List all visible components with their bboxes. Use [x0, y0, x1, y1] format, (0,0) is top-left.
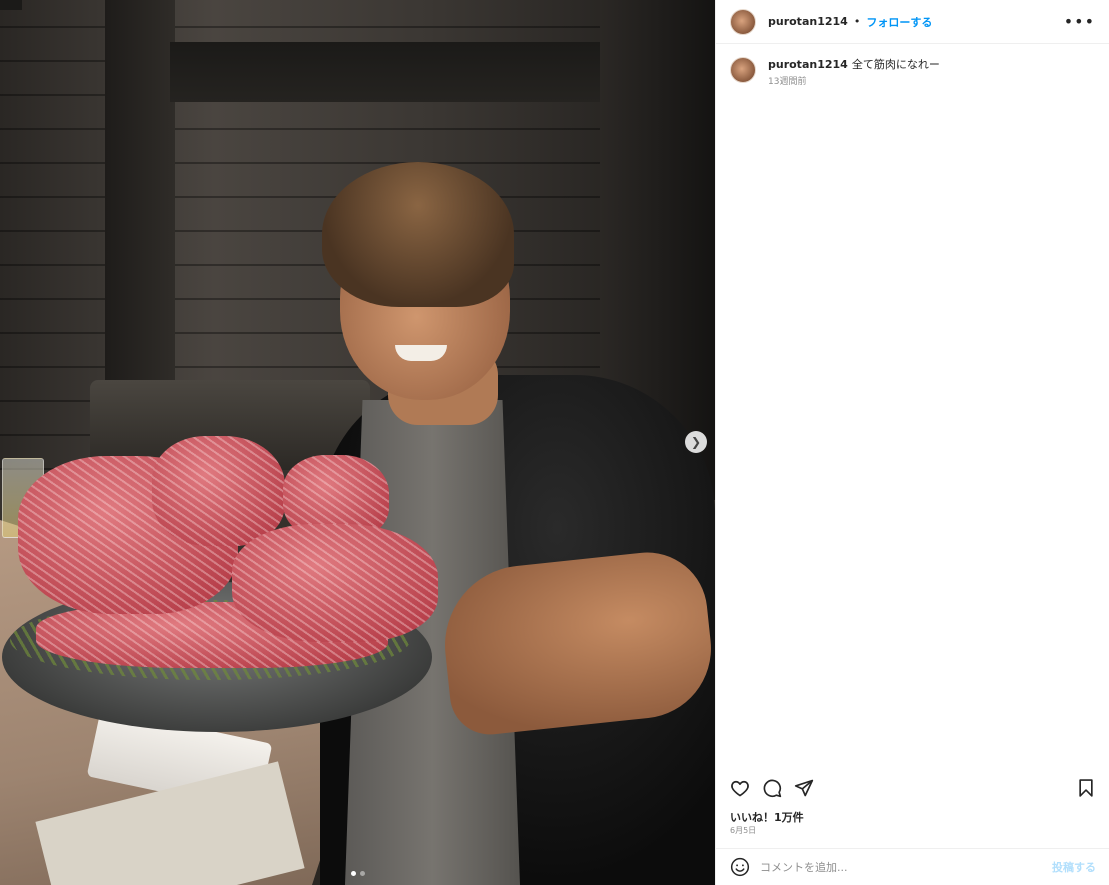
comment-input[interactable] — [760, 860, 1052, 874]
carousel-next-button[interactable]: ❯ — [685, 431, 707, 453]
caption: purotan1214 全て筋肉になれー 13週間前 — [716, 44, 1109, 87]
photo-person-smile — [395, 345, 447, 361]
action-bar — [716, 776, 1109, 800]
emoji-icon[interactable] — [730, 857, 750, 877]
post-date[interactable]: 6月5日 — [730, 825, 756, 836]
post-header: purotan1214 • フォローする ••• — [716, 0, 1109, 44]
caption-username[interactable]: purotan1214 — [768, 58, 848, 71]
caption-avatar[interactable] — [730, 57, 756, 83]
likes-count[interactable]: いいね！1万件 — [730, 809, 804, 825]
photo-meat-block — [232, 524, 438, 642]
header-username[interactable]: purotan1214 — [768, 15, 848, 28]
carousel-indicator — [351, 871, 365, 876]
post-comment-button[interactable]: 投稿する — [1052, 859, 1096, 875]
caption-body: purotan1214 全て筋肉になれー 13週間前 — [768, 57, 940, 87]
photo-person-hair — [322, 162, 514, 307]
caption-text: 全て筋肉になれー — [851, 58, 940, 71]
carousel-dot — [360, 871, 365, 876]
bookmark-icon[interactable] — [1076, 778, 1096, 798]
post-sidebar: purotan1214 • フォローする ••• purotan1214 全て筋肉… — [715, 0, 1109, 885]
photo-meat-block — [152, 436, 285, 546]
more-options-icon[interactable]: ••• — [1064, 13, 1095, 30]
caption-timestamp[interactable]: 13週間前 — [768, 74, 940, 87]
chevron-right-icon: ❯ — [690, 435, 702, 449]
follow-button[interactable]: フォローする — [866, 14, 932, 30]
avatar[interactable] — [730, 8, 756, 35]
comment-icon[interactable] — [762, 778, 782, 798]
caption-line: purotan1214 全て筋肉になれー — [768, 57, 940, 72]
post-photo[interactable]: ❯ — [0, 0, 715, 885]
carousel-dot-active — [351, 871, 356, 876]
post-modal: ❯ purotan1214 • フォローする ••• purotan1214 全て… — [0, 0, 1109, 885]
comment-bar: 投稿する — [716, 848, 1109, 885]
heart-icon[interactable] — [730, 778, 750, 798]
header-separator: • — [853, 15, 861, 28]
share-icon[interactable] — [794, 778, 814, 798]
photo-corner-mark — [0, 0, 22, 10]
